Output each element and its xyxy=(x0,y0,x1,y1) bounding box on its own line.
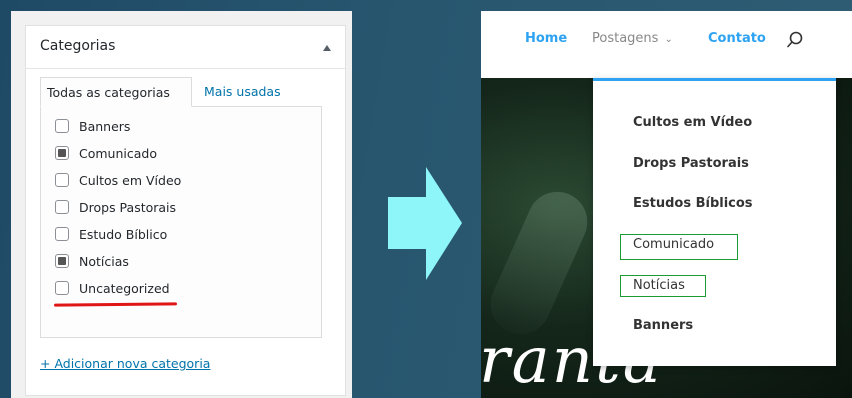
nav-posts[interactable]: Postagens ⌄ xyxy=(592,31,673,46)
category-checklist: Banners Comunicado Cultos em Vídeo Drops… xyxy=(40,106,322,338)
posts-dropdown-menu: Cultos em Vídeo Drops Pastorais Estudos … xyxy=(593,78,836,366)
category-label: Estudo Bíblico xyxy=(79,226,168,242)
tab-all-categories[interactable]: Todas as categorias xyxy=(40,77,192,107)
right-arrow-icon xyxy=(388,167,462,280)
strikethrough-mark xyxy=(53,302,178,307)
category-label: Banners xyxy=(79,118,131,134)
category-checkbox[interactable] xyxy=(55,146,69,160)
nav-contact[interactable]: Contato xyxy=(708,31,766,46)
category-item[interactable]: Uncategorized xyxy=(55,279,170,297)
category-item[interactable]: Banners xyxy=(55,117,130,135)
category-label: Comunicado xyxy=(79,145,157,161)
category-label: Uncategorized xyxy=(79,280,170,296)
search-icon[interactable] xyxy=(786,31,804,49)
category-item[interactable]: Cultos em Vídeo xyxy=(55,171,181,189)
category-checkbox[interactable] xyxy=(55,281,69,295)
category-checkbox[interactable] xyxy=(55,254,69,268)
dropdown-item[interactable]: Banners xyxy=(633,318,693,333)
highlight-box xyxy=(620,234,738,260)
category-checkbox[interactable] xyxy=(55,227,69,241)
category-item[interactable]: Comunicado xyxy=(55,144,157,162)
dropdown-item[interactable]: Drops Pastorais xyxy=(633,156,749,171)
category-checkbox[interactable] xyxy=(55,173,69,187)
category-item[interactable]: Estudo Bíblico xyxy=(55,225,167,243)
nav-home[interactable]: Home xyxy=(525,31,567,46)
tab-most-used[interactable]: Mais usadas xyxy=(198,77,287,107)
metabox-header[interactable]: Categorias xyxy=(26,26,345,69)
metabox-title: Categorias xyxy=(40,38,116,54)
category-checkbox[interactable] xyxy=(55,200,69,214)
highlight-box xyxy=(620,275,706,297)
chevron-down-icon: ⌄ xyxy=(664,34,673,45)
nav-posts-label: Postagens xyxy=(592,31,659,46)
dropdown-item[interactable]: Cultos em Vídeo xyxy=(633,115,752,130)
category-item[interactable]: Notícias xyxy=(55,252,129,270)
category-item[interactable]: Drops Pastorais xyxy=(55,198,176,216)
site-preview: ranta Home Postagens ⌄ Contato Cultos em … xyxy=(481,11,852,398)
category-checkbox[interactable] xyxy=(55,119,69,133)
hero-light-streak xyxy=(481,182,597,344)
category-label: Drops Pastorais xyxy=(79,199,177,215)
category-label: Cultos em Vídeo xyxy=(79,172,182,188)
add-new-category-link[interactable]: + Adicionar nova categoria xyxy=(40,356,210,371)
dropdown-item[interactable]: Estudos Bíblicos xyxy=(633,196,753,211)
category-label: Notícias xyxy=(79,253,129,269)
wp-categories-panel: Categorias Todas as categorias Mais usad… xyxy=(11,11,352,398)
toggle-arrow-icon[interactable] xyxy=(323,45,331,51)
site-navbar: Home Postagens ⌄ Contato xyxy=(481,11,852,78)
categories-metabox: Categorias Todas as categorias Mais usad… xyxy=(25,25,346,396)
